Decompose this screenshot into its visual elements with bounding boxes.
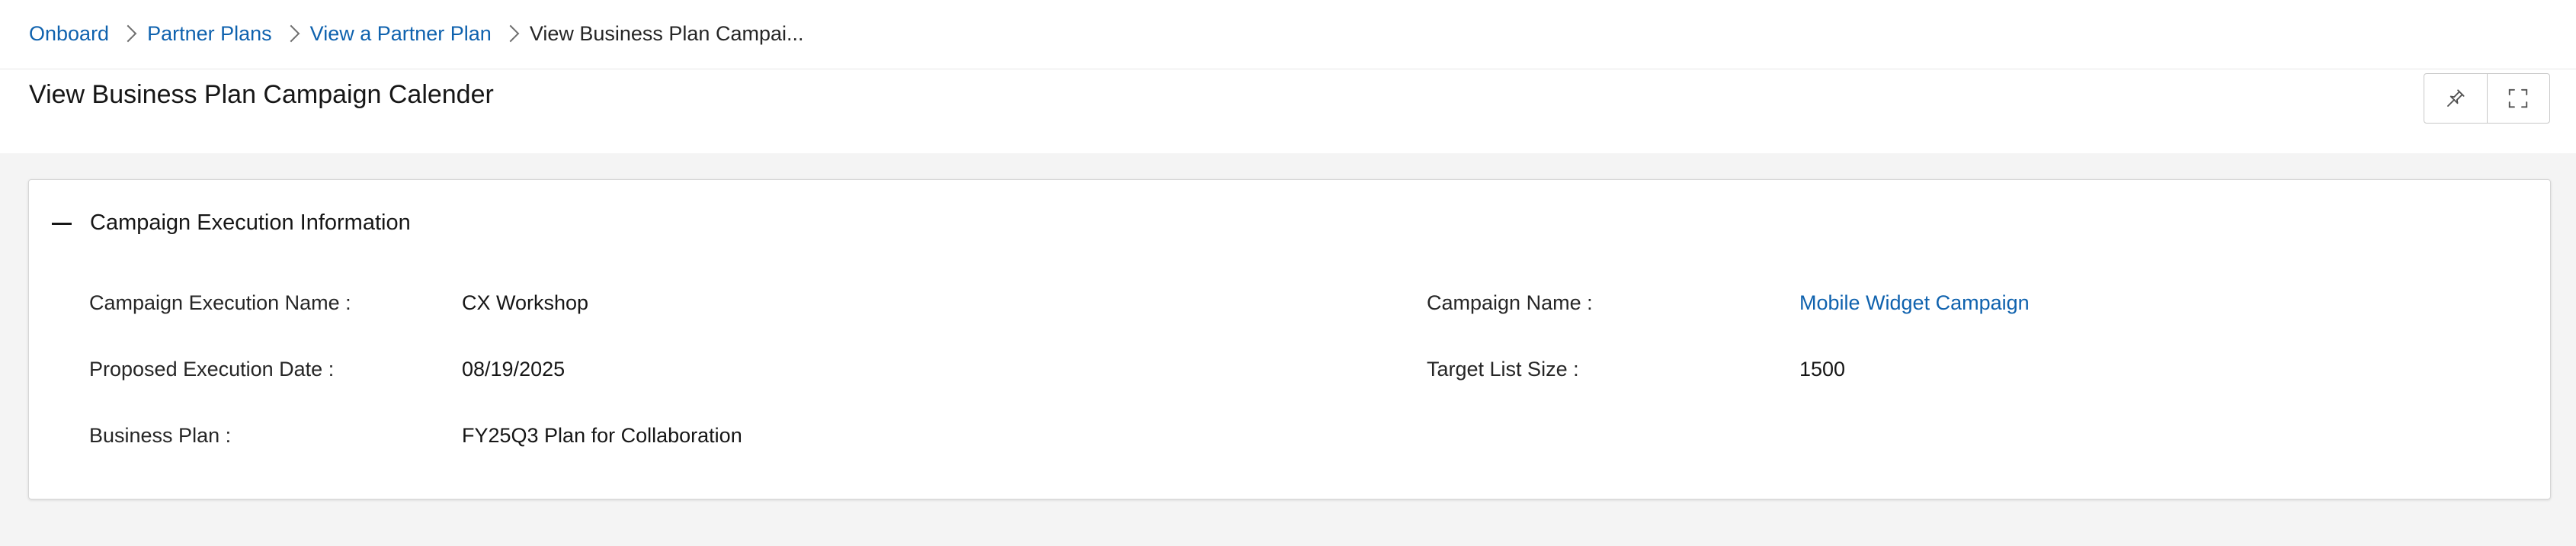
- breadcrumb-link-partner-plans[interactable]: Partner Plans: [147, 22, 272, 46]
- campaign-name-label: Campaign Name :: [1427, 291, 1593, 314]
- execution-name-label: Campaign Execution Name :: [89, 291, 351, 314]
- section-header[interactable]: Campaign Execution Information: [29, 180, 2550, 268]
- chevron-right-icon: [492, 23, 530, 44]
- pin-button[interactable]: [2424, 74, 2487, 123]
- target-list-size-label: Target List Size :: [1427, 358, 1579, 381]
- chevron-right-icon: [109, 23, 147, 44]
- business-plan-label: Business Plan :: [89, 424, 232, 447]
- breadcrumb-link-view-partner-plan[interactable]: View a Partner Plan: [310, 22, 492, 46]
- target-list-size-value: 1500: [1799, 358, 1846, 381]
- page-actions: [2424, 73, 2550, 124]
- page-title: View Business Plan Campaign Calender: [29, 80, 494, 109]
- minus-icon[interactable]: [52, 223, 72, 225]
- section-title: Campaign Execution Information: [90, 210, 411, 235]
- execution-name-value: CX Workshop: [462, 291, 589, 314]
- campaign-execution-panel: Campaign Execution Information Campaign …: [28, 179, 2551, 499]
- proposed-date-label: Proposed Execution Date :: [89, 358, 335, 381]
- breadcrumb-current: View Business Plan Campai...: [529, 21, 804, 45]
- proposed-date-value: 08/19/2025: [462, 358, 566, 381]
- breadcrumb-link-onboard[interactable]: Onboard: [29, 22, 109, 46]
- fullscreen-icon: [2509, 88, 2528, 108]
- page: Onboard Partner Plans View a Partner Pla…: [0, 0, 2576, 546]
- fullscreen-button[interactable]: [2486, 74, 2550, 123]
- breadcrumb: Onboard Partner Plans View a Partner Pla…: [29, 20, 804, 47]
- campaign-name-link[interactable]: Mobile Widget Campaign: [1799, 291, 2030, 315]
- chevron-right-icon: [272, 23, 310, 44]
- business-plan-value: FY25Q3 Plan for Collaboration: [462, 424, 742, 447]
- pin-icon: [2446, 89, 2465, 107]
